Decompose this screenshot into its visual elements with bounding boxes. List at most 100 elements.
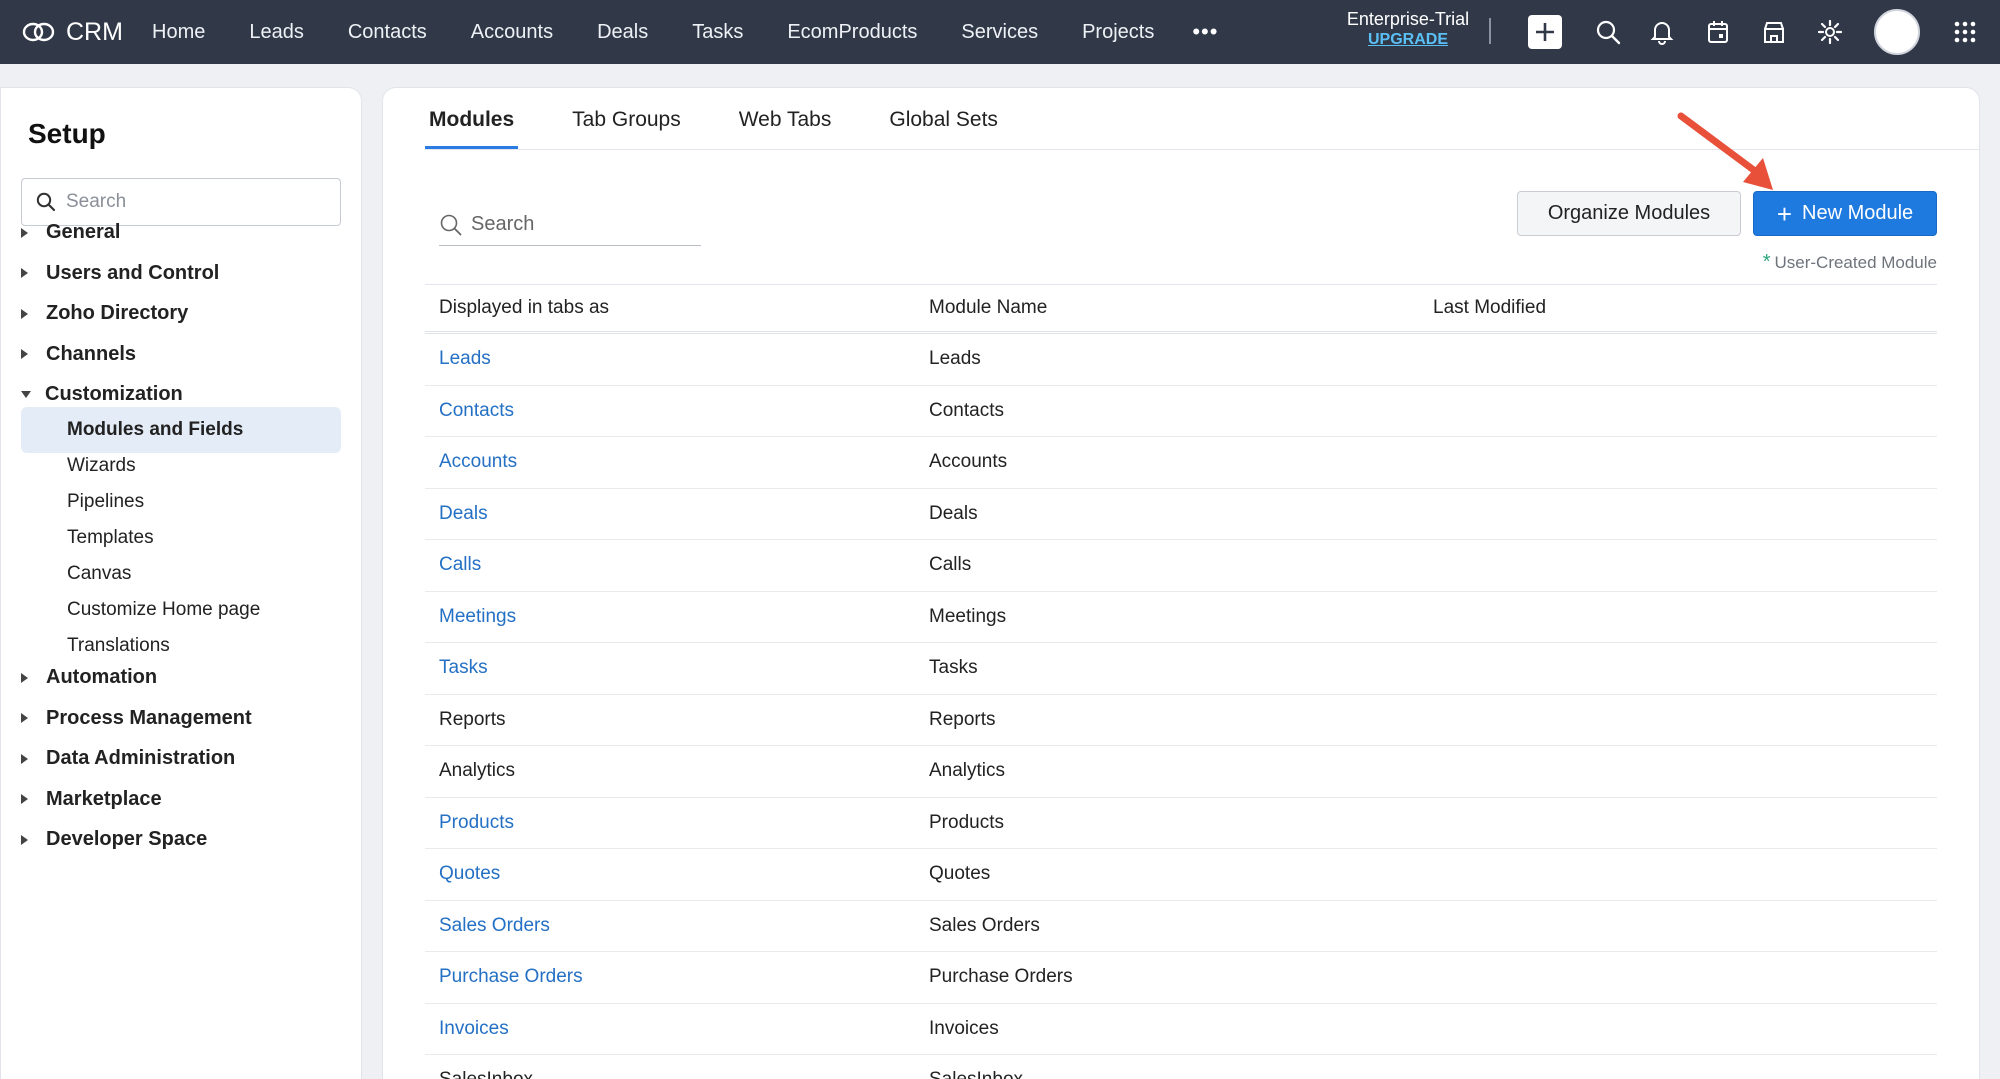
marketplace-store-icon[interactable] (1756, 14, 1792, 50)
nav-item-services[interactable]: Services (961, 21, 1038, 44)
table-row: Deals Deals (425, 489, 1937, 540)
table-row: Purchase Orders Purchase Orders (425, 952, 1937, 1004)
table-row: Leads Leads (425, 334, 1937, 386)
module-name: Calls (929, 554, 972, 576)
brand-name: CRM (66, 17, 123, 46)
module-tab-link[interactable]: Calls (425, 554, 929, 576)
sidebar-group-automation[interactable]: Automation (21, 666, 157, 689)
module-tab-label: SalesInbox (425, 1069, 929, 1079)
top-navigation-bar: CRM Home Leads Contacts Accounts Deals Tasks E… (0, 0, 2000, 64)
module-name: Purchase Orders (929, 966, 1073, 988)
module-tab-link[interactable]: Leads (425, 348, 929, 370)
more-icon[interactable]: ••• (1192, 19, 1218, 45)
sidebar-group-label: Developer Space (46, 828, 208, 851)
column-header: Displayed in tabs as (439, 297, 610, 318)
nav-item-ecomproducts[interactable]: EcomProducts (787, 21, 917, 44)
module-name: SalesInbox (929, 1069, 1433, 1079)
sidebar-group-general[interactable]: General (21, 221, 120, 244)
sidebar-group-label: Automation (46, 666, 158, 688)
sidebar-group-label: Process Management (46, 706, 252, 729)
sidebar-group-developer-space[interactable]: Developer Space (21, 828, 207, 851)
table-row: Products Products (425, 798, 1937, 849)
search-icon (440, 214, 462, 235)
bell-icon[interactable] (1644, 14, 1680, 50)
upgrade-link[interactable]: UPGRADE (1340, 31, 1476, 49)
nav-item-deals[interactable]: Deals (597, 21, 648, 44)
new-module-label: New Module (1802, 202, 1914, 224)
table-header: Displayed in tabs as Module Name Last Mo… (425, 284, 1937, 334)
module-name: Invoices (929, 1017, 999, 1039)
user-avatar[interactable] (1874, 9, 1920, 55)
module-name: Accounts (929, 451, 1008, 473)
module-tab-link[interactable]: Purchase Orders (425, 966, 929, 988)
divider (1489, 18, 1491, 44)
module-tab-link[interactable]: Tasks (425, 657, 929, 679)
module-tab-link[interactable]: Products (425, 812, 929, 834)
module-search-input[interactable] (471, 213, 691, 236)
module-search[interactable] (439, 204, 701, 246)
module-tab-label: Reports (439, 708, 506, 730)
module-tab-link[interactable]: Accounts (425, 451, 929, 473)
module-tab-link[interactable]: Sales Orders (425, 915, 929, 937)
sidebar-group-label: Zoho Directory (46, 302, 189, 325)
nav-item-home[interactable]: Home (152, 21, 205, 44)
module-tab-link[interactable]: Quotes (425, 863, 929, 885)
main-nav: Home Leads Contacts Accounts Deals Tasks EcomP… (152, 0, 1218, 64)
nav-item-projects[interactable]: Projects (1082, 21, 1154, 44)
module-tab-link[interactable]: Deals (425, 503, 929, 525)
module-name: Contacts (929, 399, 1004, 421)
sidebar-group-zoho-directory[interactable]: Zoho Directory (21, 302, 188, 325)
setup-sidebar: Setup General Users and Control Zoho Direc… (0, 87, 362, 1079)
table-row: Invoices Invoices (425, 1004, 1937, 1055)
caret-right-icon (21, 834, 28, 845)
plan-name: Enterprise-Trial (1346, 9, 1470, 29)
nav-item-contacts[interactable]: Contacts (348, 21, 427, 44)
column-header: Module Name (929, 297, 1048, 318)
table-row: Sales Orders Sales Orders (425, 901, 1937, 952)
legend-label: User-Created Module (1774, 253, 1937, 272)
tab-web-tabs[interactable]: Web Tabs (735, 108, 836, 150)
search-icon[interactable] (1590, 14, 1626, 50)
caret-right-icon (21, 753, 28, 764)
caret-down-icon (21, 391, 31, 399)
sidebar-search[interactable] (21, 178, 341, 226)
sidebar-group-label: Users and Control (46, 261, 220, 284)
brand[interactable]: CRM (22, 18, 152, 47)
sidebar-title: Setup (28, 118, 106, 149)
modules-panel: ModulesTab GroupsWeb TabsGlobal Sets Org… (382, 87, 1980, 1079)
nav-item-accounts[interactable]: Accounts (471, 21, 553, 44)
module-tab-link[interactable]: Meetings (425, 606, 929, 628)
quick-create-button[interactable] (1527, 14, 1563, 50)
nav-item-leads[interactable]: Leads (249, 21, 304, 44)
calendar-icon[interactable] (1700, 14, 1736, 50)
caret-right-icon (21, 227, 28, 238)
module-tab-link[interactable]: Invoices (425, 1018, 929, 1040)
module-tab-link[interactable]: Contacts (425, 400, 929, 422)
tab-modules[interactable]: Modules (425, 108, 519, 150)
tab-bar: Modules Tab Groups Web Tabs Global Sets (425, 88, 1052, 150)
asterisk-icon: * (1762, 251, 1771, 273)
apps-grid-icon[interactable] (1947, 14, 1983, 50)
caret-right-icon (21, 713, 28, 724)
module-name: Tasks (929, 657, 978, 679)
search-icon (36, 192, 56, 212)
sidebar-group-marketplace[interactable]: Marketplace (21, 788, 162, 811)
table-row: Meetings Meetings (425, 592, 1937, 643)
tab-tab-groups[interactable]: Tab Groups (568, 108, 685, 150)
module-name: Deals (929, 502, 978, 524)
gear-icon[interactable] (1812, 14, 1848, 50)
module-name: Sales Orders (929, 914, 1040, 936)
sidebar-item-translations[interactable]: Translations (21, 623, 341, 669)
module-name: Products (929, 811, 1004, 833)
sidebar-search-input[interactable] (66, 191, 326, 213)
sidebar-group-data-administration[interactable]: Data Administration (21, 747, 235, 770)
sidebar-group-users-and-control[interactable]: Users and Control (21, 262, 219, 285)
tab-global-sets[interactable]: Global Sets (885, 108, 1002, 150)
nav-item-tasks[interactable]: Tasks (692, 21, 743, 44)
table-row: Accounts Accounts (425, 437, 1937, 489)
column-header: Last Modified (1433, 297, 1547, 318)
sidebar-group-customization[interactable]: Customization (21, 383, 183, 406)
sidebar-group-channels[interactable]: Channels (21, 343, 136, 366)
sidebar-group-process-management[interactable]: Process Management (21, 707, 252, 730)
caret-right-icon (21, 308, 28, 319)
